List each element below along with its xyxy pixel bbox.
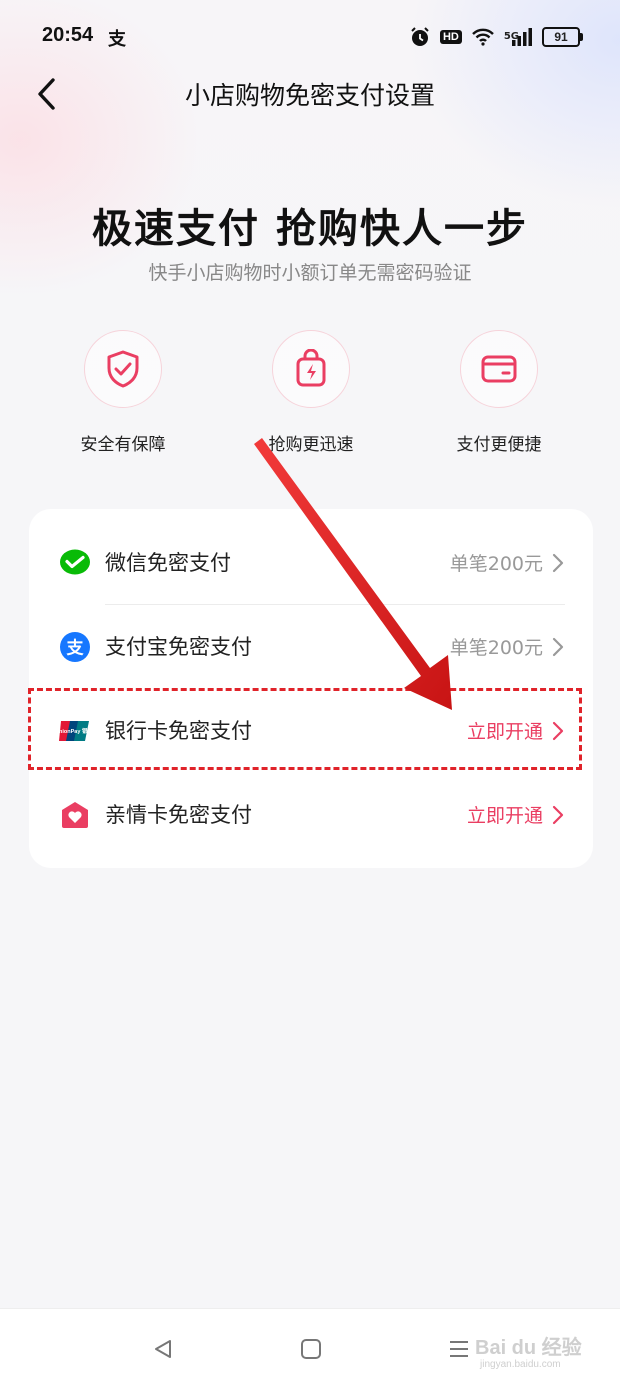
enable-now-link[interactable]: 立即开通 — [467, 801, 543, 828]
feature-icon-circle — [460, 330, 538, 408]
list-item-family-card[interactable]: 亲情卡免密支付 立即开通 — [29, 773, 593, 857]
status-time: 20:54 — [42, 24, 94, 46]
payment-method-value: 单笔200元 — [449, 553, 543, 575]
hd-badge: HD — [439, 30, 462, 44]
square-home-icon — [301, 1339, 321, 1359]
chevron-right-icon — [552, 805, 564, 825]
chevron-right-icon — [552, 553, 564, 573]
system-back-button[interactable] — [143, 1331, 183, 1367]
battery-indicator: 91 — [542, 27, 583, 47]
chevron-right-icon — [552, 637, 564, 657]
family-card-icon — [62, 802, 88, 828]
wifi-icon — [471, 28, 494, 46]
payment-method-label: 支付宝免密支付 — [105, 635, 252, 659]
feature-label: 抢购更迅速 — [268, 435, 354, 455]
feature-convenience: 支付更便捷 — [419, 330, 579, 455]
shopping-bag-bolt-icon — [296, 349, 326, 387]
list-item-alipay[interactable]: 支 支付宝免密支付 单笔200元 — [29, 605, 593, 689]
top-nav-bar: 小店购物免密支付设置 — [0, 66, 620, 122]
wechat-pay-icon — [60, 549, 90, 575]
hero-subtitle: 快手小店购物时小额订单无需密码验证 — [148, 262, 472, 284]
feature-security: 安全有保障 — [43, 330, 203, 455]
feature-label: 安全有保障 — [80, 435, 166, 455]
payment-method-label: 微信免密支付 — [105, 551, 231, 575]
hero-title: 极速支付 抢购快人一步 — [92, 206, 528, 252]
shield-check-icon — [107, 350, 139, 388]
feature-label: 支付更便捷 — [456, 435, 542, 455]
alarm-icon — [411, 27, 429, 46]
system-nav-bar: Bai du 经验 jingyan.baidu.com — [0, 1308, 620, 1387]
payment-method-value: 单笔200元 — [449, 637, 543, 659]
watermark-url: jingyan.baidu.com — [480, 1359, 561, 1370]
annotation-highlight-box — [28, 688, 582, 770]
svg-text:支: 支 — [67, 638, 85, 659]
feature-speed: 抢购更迅速 — [231, 330, 391, 455]
page-title: 小店购物免密支付设置 — [184, 81, 435, 110]
menu-lines-icon — [450, 1341, 468, 1357]
watermark-logo: Bai du 经验 — [475, 1337, 582, 1359]
list-item-wechat-pay[interactable]: 微信免密支付 单笔200元 — [29, 521, 593, 605]
status-icons: HD 5G 91 — [409, 24, 583, 50]
alipay-icon: 支 — [60, 632, 90, 662]
alipay-notification-icon: 支 — [108, 29, 126, 50]
cellular-signal-icon: 5G — [504, 27, 533, 47]
system-home-button[interactable] — [291, 1331, 331, 1367]
feature-icon-circle — [272, 330, 350, 408]
network-type: 5G — [503, 31, 519, 42]
system-menu-button[interactable] — [439, 1331, 479, 1367]
triangle-back-icon — [155, 1340, 171, 1358]
wallet-card-icon — [481, 355, 517, 383]
status-bar: 20:54 支 HD 5G 91 — [0, 0, 620, 76]
payment-method-label: 亲情卡免密支付 — [105, 803, 252, 827]
feature-icon-circle — [84, 330, 162, 408]
